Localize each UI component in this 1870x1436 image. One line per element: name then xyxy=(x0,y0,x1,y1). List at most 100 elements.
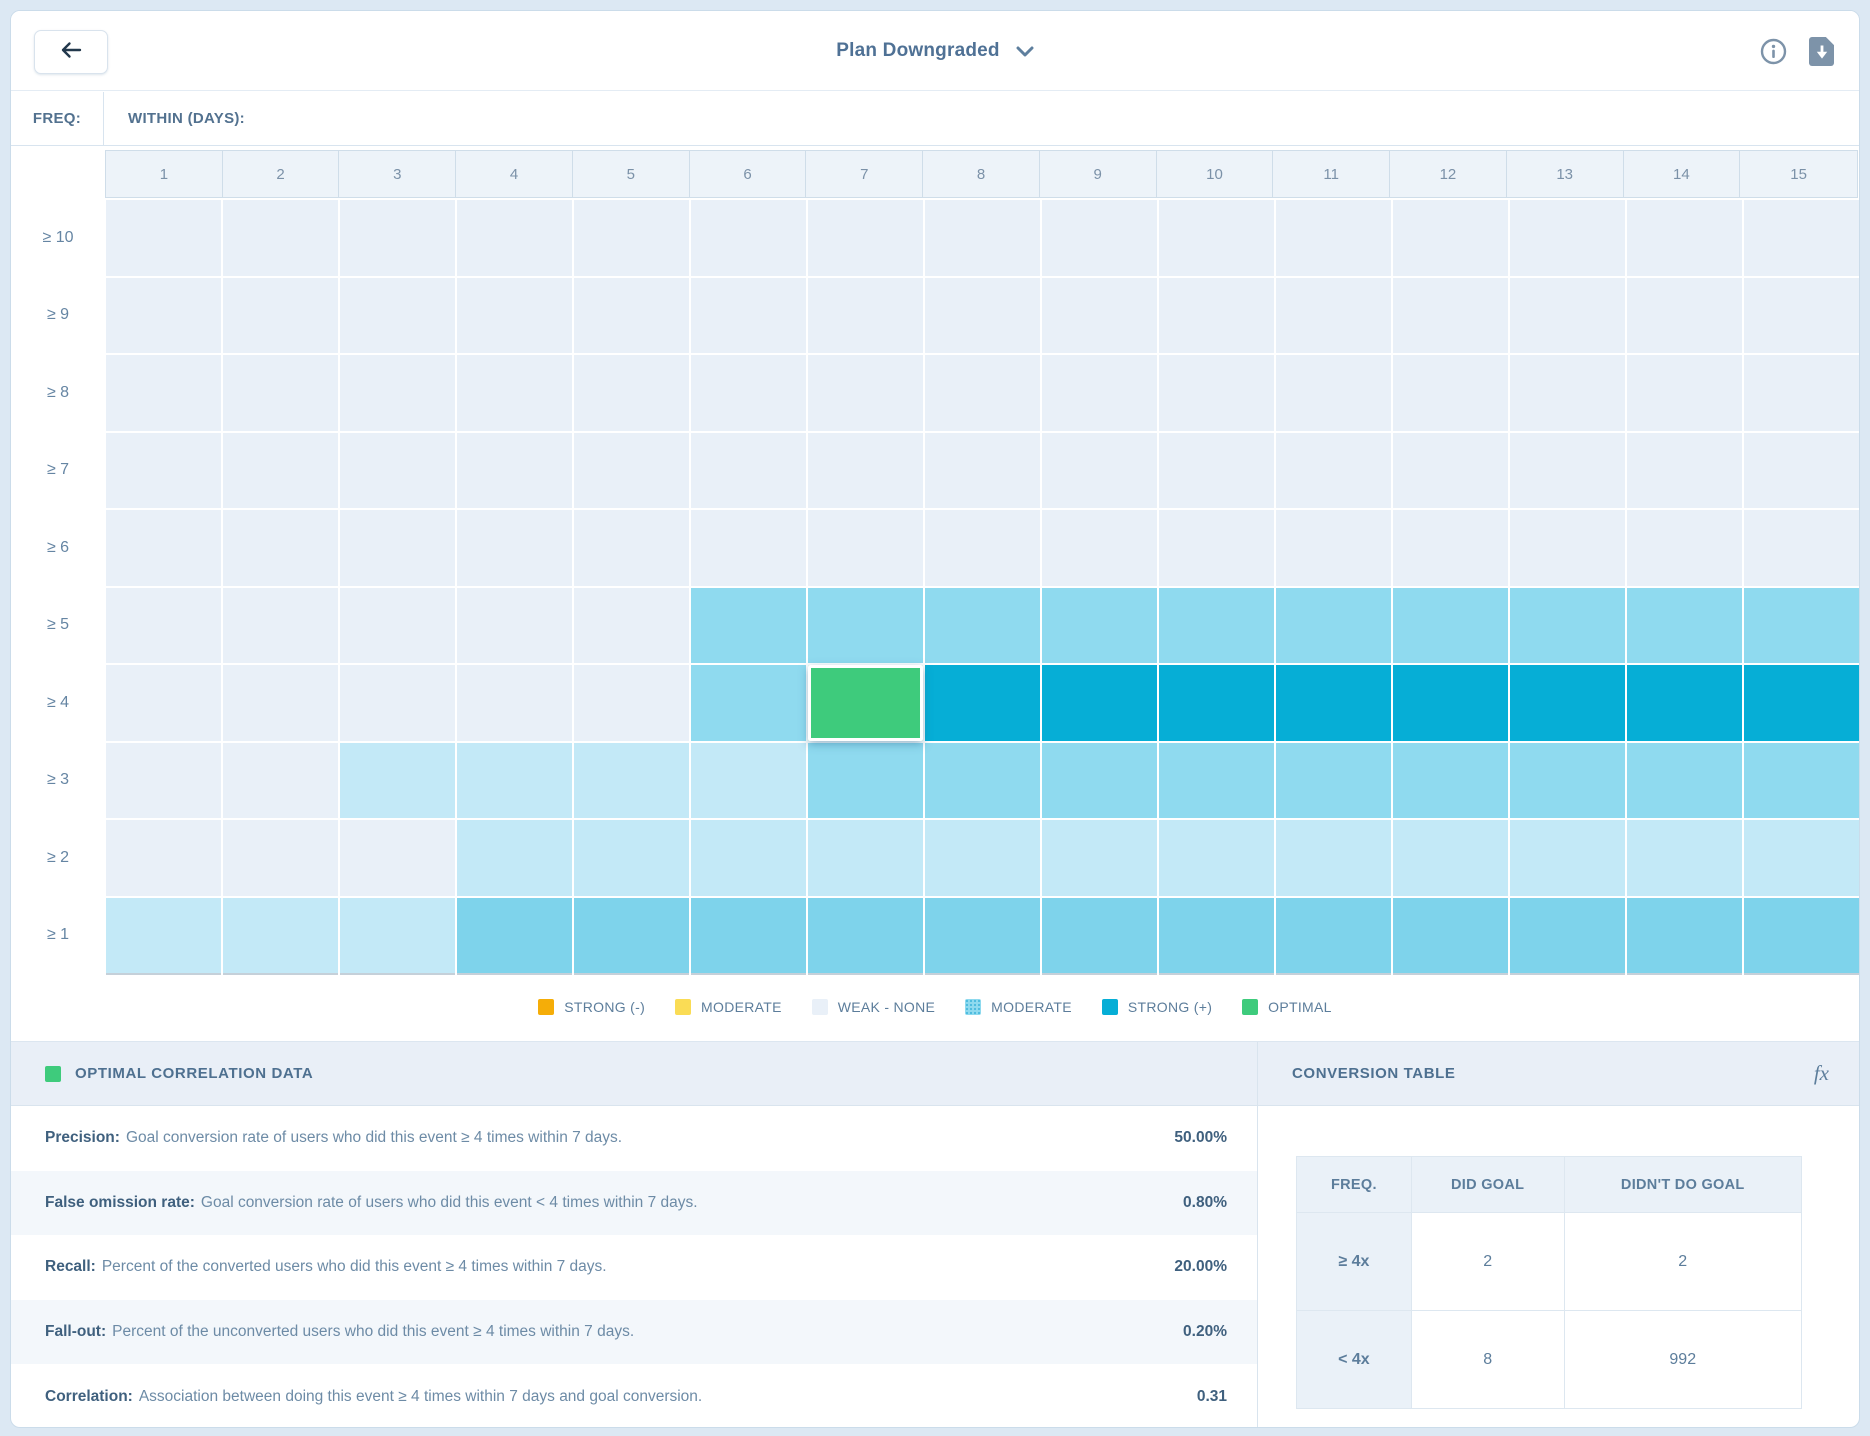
heatmap-cell[interactable] xyxy=(106,200,221,276)
heatmap-cell[interactable] xyxy=(691,820,806,896)
heatmap-cell[interactable] xyxy=(574,200,689,276)
heatmap-cell[interactable] xyxy=(1159,665,1274,741)
heatmap-cell[interactable] xyxy=(340,820,455,896)
heatmap-cell[interactable] xyxy=(925,743,1040,819)
heatmap-cell[interactable] xyxy=(1744,743,1859,819)
heatmap-cell[interactable] xyxy=(1744,898,1859,974)
heatmap-cell[interactable] xyxy=(1042,510,1157,586)
heatmap-cell[interactable] xyxy=(457,433,572,509)
heatmap-cell[interactable] xyxy=(1159,820,1274,896)
heatmap-cell[interactable] xyxy=(925,898,1040,974)
heatmap-cell[interactable] xyxy=(457,355,572,431)
heatmap-cell[interactable] xyxy=(925,355,1040,431)
heatmap-cell[interactable] xyxy=(1510,743,1625,819)
heatmap-cell[interactable] xyxy=(223,200,338,276)
heatmap-cell[interactable] xyxy=(340,665,455,741)
heatmap-cell[interactable] xyxy=(691,200,806,276)
heatmap-cell[interactable] xyxy=(457,898,572,974)
heatmap-cell[interactable] xyxy=(223,355,338,431)
heatmap-cell[interactable] xyxy=(691,433,806,509)
heatmap-cell[interactable] xyxy=(1627,588,1742,664)
heatmap-cell[interactable] xyxy=(1627,355,1742,431)
heatmap-cell[interactable] xyxy=(1042,898,1157,974)
heatmap-cell[interactable] xyxy=(1042,355,1157,431)
heatmap-cell[interactable] xyxy=(457,200,572,276)
heatmap-cell[interactable] xyxy=(223,588,338,664)
chevron-down-icon[interactable] xyxy=(1016,46,1034,57)
heatmap-cell[interactable] xyxy=(1627,510,1742,586)
heatmap-cell[interactable] xyxy=(808,510,923,586)
heatmap-cell[interactable] xyxy=(1744,820,1859,896)
heatmap-cell[interactable] xyxy=(574,433,689,509)
heatmap-cell[interactable] xyxy=(1393,433,1508,509)
heatmap-cell[interactable] xyxy=(574,588,689,664)
heatmap-cell[interactable] xyxy=(1393,898,1508,974)
heatmap-cell[interactable] xyxy=(1393,200,1508,276)
heatmap-cell[interactable] xyxy=(457,510,572,586)
heatmap-cell[interactable] xyxy=(340,433,455,509)
heatmap-cell[interactable] xyxy=(106,820,221,896)
heatmap-cell[interactable] xyxy=(691,665,806,741)
heatmap-cell[interactable] xyxy=(340,200,455,276)
heatmap-cell[interactable] xyxy=(1276,588,1391,664)
heatmap-cell[interactable] xyxy=(1042,665,1157,741)
heatmap-cell[interactable] xyxy=(1159,433,1274,509)
heatmap-cell[interactable] xyxy=(1276,820,1391,896)
heatmap-cell[interactable] xyxy=(1510,278,1625,354)
heatmap-cell[interactable] xyxy=(1159,743,1274,819)
heatmap-cell[interactable] xyxy=(340,510,455,586)
heatmap-cell[interactable] xyxy=(1744,588,1859,664)
heatmap-cell[interactable] xyxy=(925,510,1040,586)
optimal-heatmap-cell[interactable] xyxy=(808,665,923,741)
heatmap-cell[interactable] xyxy=(1744,665,1859,741)
heatmap-cell[interactable] xyxy=(691,898,806,974)
heatmap-cell[interactable] xyxy=(1510,665,1625,741)
heatmap-cell[interactable] xyxy=(1627,200,1742,276)
heatmap-cell[interactable] xyxy=(1627,278,1742,354)
heatmap-cell[interactable] xyxy=(808,433,923,509)
heatmap-cell[interactable] xyxy=(1276,200,1391,276)
heatmap-cell[interactable] xyxy=(1744,510,1859,586)
heatmap-cell[interactable] xyxy=(106,898,221,974)
heatmap-cell[interactable] xyxy=(340,588,455,664)
heatmap-cell[interactable] xyxy=(574,665,689,741)
heatmap-cell[interactable] xyxy=(1510,433,1625,509)
heatmap-cell[interactable] xyxy=(1042,743,1157,819)
heatmap-cell[interactable] xyxy=(925,665,1040,741)
heatmap-cell[interactable] xyxy=(223,433,338,509)
heatmap-cell[interactable] xyxy=(457,820,572,896)
heatmap-cell[interactable] xyxy=(1627,665,1742,741)
heatmap-cell[interactable] xyxy=(1159,588,1274,664)
heatmap-cell[interactable] xyxy=(1159,355,1274,431)
heatmap-cell[interactable] xyxy=(1042,433,1157,509)
heatmap-cell[interactable] xyxy=(574,743,689,819)
heatmap-cell[interactable] xyxy=(925,433,1040,509)
heatmap-cell[interactable] xyxy=(808,278,923,354)
heatmap-cell[interactable] xyxy=(457,743,572,819)
heatmap-cell[interactable] xyxy=(1510,510,1625,586)
heatmap-cell[interactable] xyxy=(574,898,689,974)
heatmap-cell[interactable] xyxy=(106,355,221,431)
heatmap-cell[interactable] xyxy=(1042,278,1157,354)
heatmap-cell[interactable] xyxy=(1276,510,1391,586)
heatmap-cell[interactable] xyxy=(1159,200,1274,276)
heatmap-cell[interactable] xyxy=(1159,510,1274,586)
heatmap-cell[interactable] xyxy=(808,355,923,431)
heatmap-cell[interactable] xyxy=(808,743,923,819)
heatmap-cell[interactable] xyxy=(1627,898,1742,974)
heatmap-cell[interactable] xyxy=(457,278,572,354)
heatmap-cell[interactable] xyxy=(340,743,455,819)
heatmap-cell[interactable] xyxy=(1393,510,1508,586)
heatmap-cell[interactable] xyxy=(1510,898,1625,974)
heatmap-cell[interactable] xyxy=(1276,898,1391,974)
heatmap-cell[interactable] xyxy=(106,433,221,509)
heatmap-cell[interactable] xyxy=(1393,278,1508,354)
heatmap-cell[interactable] xyxy=(691,510,806,586)
heatmap-cell[interactable] xyxy=(1276,355,1391,431)
heatmap-cell[interactable] xyxy=(1276,743,1391,819)
heatmap-cell[interactable] xyxy=(1744,355,1859,431)
heatmap-cell[interactable] xyxy=(223,665,338,741)
heatmap-cell[interactable] xyxy=(574,510,689,586)
heatmap-cell[interactable] xyxy=(574,355,689,431)
heatmap-cell[interactable] xyxy=(106,588,221,664)
